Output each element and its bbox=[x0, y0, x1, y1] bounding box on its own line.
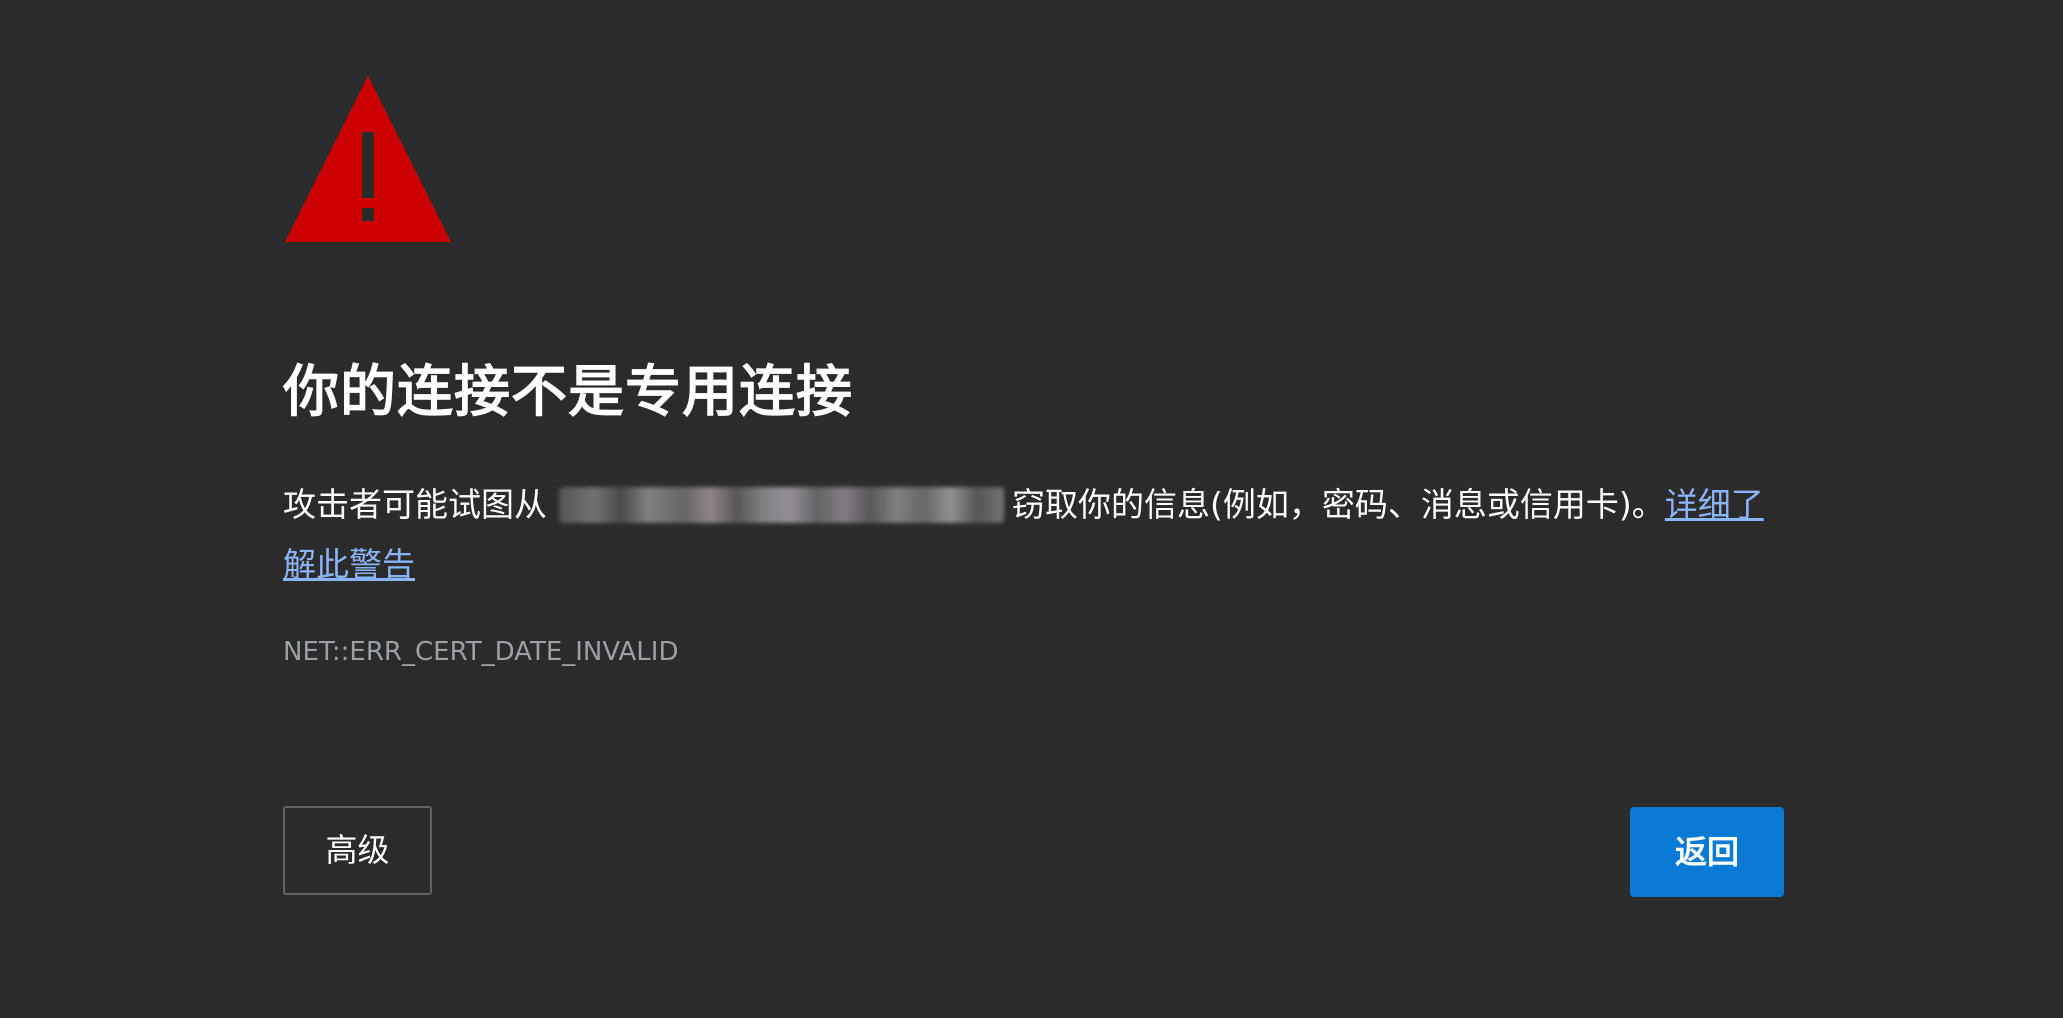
warning-triangle-icon bbox=[285, 76, 451, 242]
page-title: 你的连接不是专用连接 bbox=[283, 360, 853, 425]
error-code: NET::ERR_CERT_DATE_INVALID bbox=[283, 637, 679, 667]
message-suffix: 窃取你的信息(例如，密码、消息或信用卡)。 bbox=[1012, 485, 1665, 524]
message-prefix: 攻击者可能试图从 bbox=[283, 485, 547, 524]
interstitial-page: 你的连接不是专用连接 攻击者可能试图从 窃取你的信息(例如，密码、消息或信用卡)。… bbox=[0, 0, 2063, 1018]
redacted-hostname bbox=[559, 487, 1004, 523]
warning-message: 攻击者可能试图从 窃取你的信息(例如，密码、消息或信用卡)。详细了解此警告 bbox=[283, 475, 1783, 595]
advanced-button[interactable]: 高级 bbox=[283, 806, 432, 895]
back-button[interactable]: 返回 bbox=[1630, 807, 1784, 897]
